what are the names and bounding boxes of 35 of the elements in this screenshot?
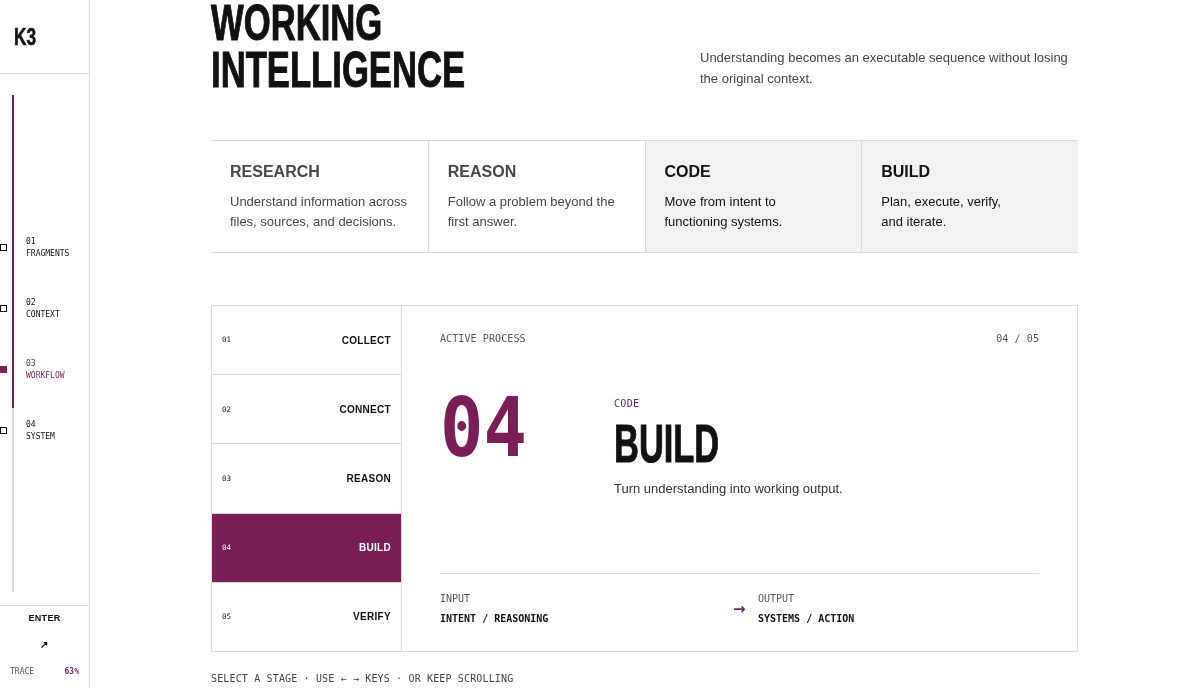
- section-link[interactable]: 02 CONTEXT: [26, 297, 60, 321]
- input-value: INTENT / REASONING: [440, 613, 549, 625]
- section-link[interactable]: 03 WORKFLOW: [26, 358, 65, 382]
- section-link[interactable]: 01 FRAGMENTS: [26, 236, 70, 260]
- stage-title: BUILD: [614, 417, 720, 470]
- stage-category: CODE: [614, 398, 640, 410]
- arrow-icon: ↗: [40, 640, 49, 650]
- capability-description: Move from intent to functioning systems.: [664, 193, 783, 231]
- capability-title: BUILD: [881, 162, 931, 182]
- keyboard-hint: SELECT A STAGE · USE ← → KEYS · OR KEEP SCROLLING: [211, 673, 514, 685]
- input-label: INPUT: [440, 593, 471, 605]
- stage-number: 04: [440, 387, 527, 469]
- logo[interactable]: K3: [14, 24, 37, 49]
- arrow-icon: →: [733, 601, 746, 617]
- capability-title: REASON: [447, 162, 517, 182]
- hero-description: Understanding becomes an executable sequence without losing the original context.: [700, 49, 1068, 88]
- capability-title: CODE: [664, 162, 711, 182]
- marker-icon: [0, 427, 7, 434]
- marker-icon: [0, 244, 7, 251]
- trace-label: TRACE: [10, 667, 35, 677]
- marker-icon: [0, 366, 7, 373]
- page-heading: WORKING INTELLIGENCE: [211, 0, 466, 94]
- capability-title: RESEARCH: [230, 162, 320, 182]
- trace-value: 63%: [64, 667, 79, 677]
- section-eyebrow: ACTIVE PROCESS: [440, 332, 526, 346]
- section-link[interactable]: 04 SYSTEM: [26, 419, 55, 443]
- capability-description: Follow a problem beyond the first answer.: [447, 193, 615, 231]
- enter-button[interactable]: ENTER ↗: [28, 612, 61, 650]
- stage-description: Turn understanding into working output.: [614, 480, 843, 498]
- output-value: SYSTEMS / ACTION: [758, 613, 855, 625]
- marker-icon: [0, 305, 7, 312]
- output-label: OUTPUT: [758, 593, 795, 605]
- capability-description: Plan, execute, verify, and iterate.: [881, 193, 1001, 231]
- stage-counter: 04 / 05: [996, 332, 1039, 346]
- capability-description: Understand information across files, sources, and decisions.: [230, 193, 408, 231]
